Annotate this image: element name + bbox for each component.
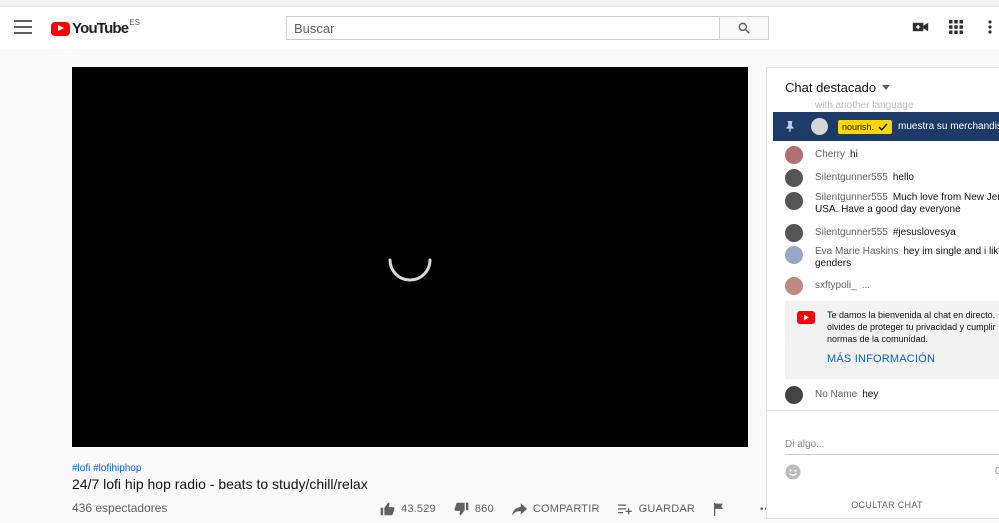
dropdown-caret-icon <box>882 85 891 90</box>
save-button[interactable]: GUARDAR <box>617 503 696 516</box>
top-strip <box>0 0 999 7</box>
user-avatar <box>785 169 803 187</box>
chat-message: Eva Marie Haskins hey im single and i lik… <box>785 246 999 270</box>
chat-mode-selector[interactable]: Chat destacado <box>785 80 891 95</box>
save-label: GUARDAR <box>638 503 696 515</box>
search-icon <box>738 22 750 34</box>
chat-header-title: Chat destacado <box>785 80 877 95</box>
video-hashtags[interactable]: #lofi #lofihiphop <box>72 463 142 474</box>
live-chat-panel: Chat destacado with another language nou… <box>766 67 999 519</box>
verified-check-icon <box>878 122 888 131</box>
apps-grid-icon[interactable] <box>949 20 963 34</box>
logo-text: YouTube <box>72 20 129 37</box>
message-text: #jesuslovesya <box>892 227 956 238</box>
user-avatar <box>785 192 803 210</box>
hide-chat-button[interactable]: OCULTAR CHAT <box>767 500 999 510</box>
message-author[interactable]: Cherry <box>815 149 845 160</box>
loading-spinner-icon <box>388 258 432 282</box>
share-label: COMPARTIR <box>532 503 600 515</box>
like-count: 43.529 <box>401 503 436 515</box>
welcome-notice: Te damos la bienvenida al chat en direct… <box>785 301 999 379</box>
message-text: hey <box>862 389 879 400</box>
chat-message: Silentgunner555 #jesuslovesya <box>785 224 956 242</box>
viewer-count: 436 espectadores <box>72 501 168 515</box>
faded-message: with another language <box>815 100 914 111</box>
chat-message: Silentgunner555 hello <box>785 169 914 187</box>
menu-icon[interactable] <box>14 20 32 34</box>
share-button[interactable]: COMPARTIR <box>511 502 600 516</box>
emoji-icon[interactable] <box>785 464 801 480</box>
search-input[interactable]: Buscar <box>286 16 720 40</box>
flag-icon <box>713 502 724 516</box>
user-avatar <box>785 146 803 164</box>
message-author[interactable]: Silentgunner555 <box>815 227 888 238</box>
message-text: ... <box>861 280 871 291</box>
message-author[interactable]: Eva Marie Haskins <box>815 246 898 257</box>
playlist-add-icon <box>617 504 632 514</box>
message-text-continued: genders <box>815 258 852 269</box>
message-author[interactable]: Silentgunner555 <box>815 172 888 183</box>
youtube-play-icon <box>797 311 815 324</box>
pinned-message[interactable]: nourish. muestra su merchandis <box>773 112 999 141</box>
user-avatar <box>785 277 803 295</box>
chat-message: No Name hey <box>785 386 878 404</box>
more-vert-icon[interactable] <box>988 20 992 34</box>
learn-more-link[interactable]: MÁS INFORMACIÓN <box>827 353 935 365</box>
message-text-continued: USA. Have a good day everyone <box>815 204 961 215</box>
pinned-avatar <box>811 118 828 135</box>
message-author[interactable]: No Name <box>815 389 857 400</box>
thumbs-up-icon <box>380 502 395 516</box>
youtube-play-icon <box>51 21 70 36</box>
share-icon <box>511 502 527 516</box>
report-button[interactable] <box>713 502 730 516</box>
author-badge[interactable]: nourish. <box>838 119 893 134</box>
pin-icon <box>786 121 794 132</box>
user-avatar <box>785 224 803 242</box>
dislike-count: 860 <box>474 503 494 515</box>
user-avatar <box>785 246 803 264</box>
pinned-author: nourish. <box>842 121 875 132</box>
pinned-text: muestra su merchandis <box>898 121 999 132</box>
dislike-button[interactable]: 860 <box>454 502 494 516</box>
video-title: 24/7 lofi hip hop radio - beats to study… <box>72 476 368 492</box>
message-text: hello <box>892 172 914 183</box>
video-actions: 43.529 860 COMPARTIR GUARDAR ••• <box>380 500 792 518</box>
create-video-icon[interactable] <box>912 20 929 34</box>
like-button[interactable]: 43.529 <box>380 502 436 516</box>
char-counter: 0 <box>995 466 999 477</box>
message-text: hey im single and i like <box>903 246 999 257</box>
message-author[interactable]: Silentgunner555 <box>815 192 888 203</box>
message-text: hi <box>850 149 858 160</box>
chat-message: Silentgunner555 Much love from New Jers US… <box>785 192 999 216</box>
message-text: Much love from New Jers <box>892 192 999 203</box>
thumbs-down-icon <box>454 502 469 516</box>
chat-message: Cherry hi <box>785 146 858 164</box>
chat-input[interactable]: Di algo... <box>785 439 999 455</box>
notice-text: Te damos la bienvenida al chat en direct… <box>827 310 996 344</box>
search-button[interactable] <box>719 16 769 40</box>
message-author[interactable]: sxftypoli_ <box>815 280 857 291</box>
chat-message: sxftypoli_... <box>785 277 875 295</box>
user-avatar <box>785 386 803 404</box>
chat-divider <box>767 410 999 411</box>
logo-region: ES <box>129 18 141 27</box>
masthead: YouTube ES Buscar <box>0 7 999 49</box>
youtube-logo[interactable]: YouTube ES <box>51 18 141 37</box>
